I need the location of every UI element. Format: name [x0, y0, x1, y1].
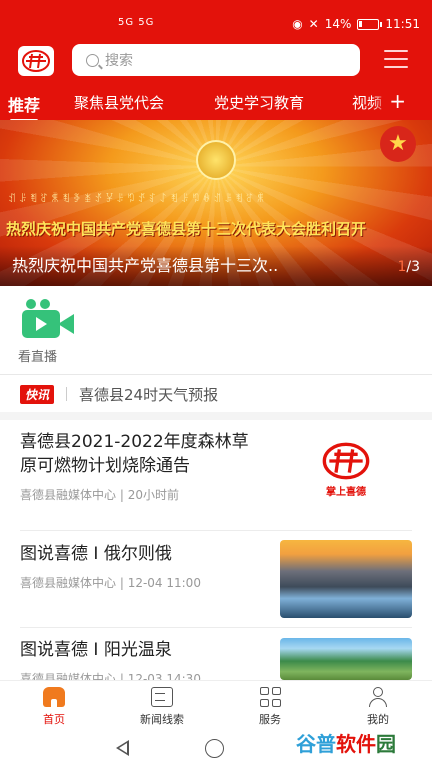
- video-camera-icon: [22, 298, 76, 338]
- flash-news[interactable]: 快讯 喜德县24时天气预报: [20, 384, 420, 404]
- divider: [66, 387, 68, 401]
- mute-icon: ✕: [308, 17, 319, 31]
- divider: [20, 627, 412, 628]
- star-icon: ★: [380, 126, 416, 162]
- watermark-logo: 谷普软件园: [296, 732, 396, 756]
- back-icon[interactable]: [116, 740, 129, 756]
- news-item[interactable]: 图说喜德 I 俄尔则俄 喜德县融媒体中心 | 12-04 11:00: [20, 540, 412, 618]
- news-thumbnail: 掌上喜德: [280, 430, 412, 508]
- network-status: 5G 5G: [118, 17, 155, 28]
- clock: 11:51: [385, 17, 420, 31]
- thumbnail-logo-text: 掌上喜德: [326, 486, 366, 498]
- channel-tabs: 推荐 聚焦县党代会 党史学习教育 视频: [0, 88, 432, 122]
- live-stream-label: 看直播: [18, 350, 58, 365]
- section-gap: [0, 412, 432, 420]
- news-thumbnail: [280, 540, 412, 618]
- battery-percent: 14%: [324, 17, 352, 31]
- banner-headline: 热烈庆祝中国共产党喜德县第十三次代表大会胜利召开: [6, 220, 367, 238]
- edit-note-icon: [151, 687, 173, 707]
- news-title: 喜德县2021-2022年度森林草原可燃物计划烧除通告: [20, 432, 249, 476]
- eye-icon: ◉: [292, 17, 303, 31]
- menu-icon[interactable]: [384, 50, 408, 70]
- nav-news-tips[interactable]: 新闻线索: [122, 687, 202, 727]
- search-input[interactable]: 搜索: [72, 44, 360, 76]
- news-item[interactable]: 喜德县2021-2022年度森林草原可燃物计划烧除通告 喜德县融媒体中心 | 2…: [20, 430, 412, 508]
- user-icon: [367, 687, 389, 707]
- divider: [20, 530, 412, 531]
- add-tab-button[interactable]: +: [372, 86, 432, 120]
- battery-icon: [357, 18, 383, 30]
- search-icon: [86, 53, 99, 67]
- banner-carousel[interactable]: ★ ꀊꌠꄮꋒꐨꄮꃆꁧꀋꐯꌠꑳꀋꆏꋍꄮꌠꑳꊿꀊꌠꄮꋒꐨ 热烈庆祝中国共产党喜德县第…: [0, 120, 432, 286]
- bottom-navigation: 首页 新闻线索 服务 我的: [0, 680, 432, 728]
- banner-pager: 1/3: [397, 259, 420, 275]
- news-thumbnail: [280, 638, 412, 680]
- grid-icon: [259, 687, 281, 707]
- banner-caption: 热烈庆祝中国共产党喜德县第十三次..: [12, 256, 279, 275]
- tab-recommend[interactable]: 推荐: [8, 92, 40, 122]
- tab-party-congress[interactable]: 聚焦县党代会: [74, 92, 164, 113]
- live-stream-entry[interactable]: 看直播: [18, 298, 82, 365]
- status-right: ◉ ✕ 14% 11:51: [292, 17, 420, 31]
- banner-script-decoration: ꀊꌠꄮꋒꐨꄮꃆꁧꀋꐯꌠꑳꀋꆏꋍꄮꌠꑳꊿꀊꌠꄮꋒꐨ: [8, 194, 268, 205]
- home-icon: [43, 687, 65, 707]
- nav-profile[interactable]: 我的: [338, 687, 418, 727]
- nav-services[interactable]: 服务: [230, 687, 310, 727]
- app-logo[interactable]: [18, 46, 54, 76]
- logo-icon: [322, 442, 370, 479]
- flash-text: 喜德县24时天气预报: [79, 385, 219, 404]
- search-placeholder: 搜索: [105, 53, 133, 69]
- party-emblem-icon: [196, 140, 236, 180]
- divider: [0, 374, 432, 375]
- tab-party-history[interactable]: 党史学习教育: [214, 92, 304, 113]
- flash-badge: 快讯: [20, 384, 55, 404]
- status-bar: 5G 5G ◉ ✕ 14% 11:51: [0, 0, 432, 40]
- logo-icon: [22, 50, 50, 72]
- home-circle-icon[interactable]: [205, 739, 224, 758]
- nav-home[interactable]: 首页: [14, 687, 94, 727]
